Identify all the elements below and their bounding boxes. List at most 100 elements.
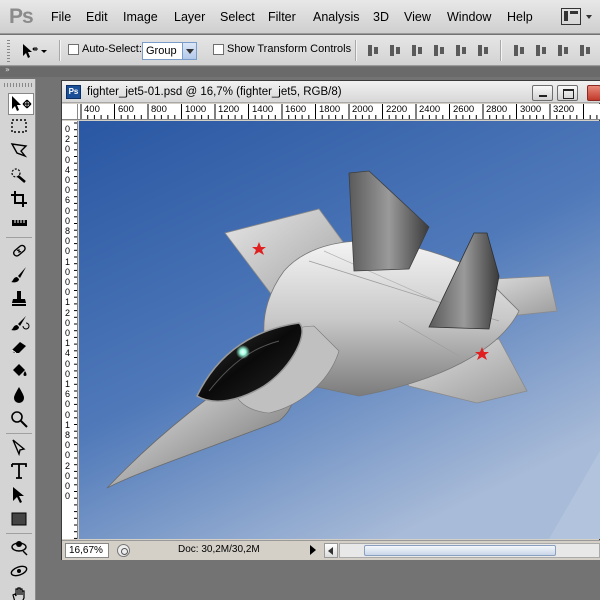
status-info-icon[interactable] — [117, 544, 130, 557]
menu-help[interactable]: Help — [507, 10, 533, 24]
ruler-label: 8 — [65, 430, 71, 440]
brush-tool-icon[interactable] — [9, 265, 35, 287]
distribute-bottom-edges-icon[interactable] — [556, 44, 571, 57]
menu-layer[interactable]: Layer — [174, 10, 205, 24]
distribute-left-edges-icon[interactable] — [578, 44, 593, 57]
ruler-label: 0 — [65, 358, 71, 369]
ruler-label: 0 — [65, 328, 71, 338]
menu-filter[interactable]: Filter — [268, 10, 296, 24]
chevron-down-icon[interactable] — [182, 43, 196, 59]
ruler-label: 0 — [65, 450, 71, 461]
ruler-label: 1400 — [252, 104, 274, 115]
menu-image[interactable]: Image — [123, 10, 158, 24]
ruler-label: 400 — [84, 104, 100, 115]
ruler-label: 600 — [118, 104, 134, 115]
menu-analysis[interactable]: Analysis — [313, 10, 360, 24]
ruler-label: 2200 — [386, 104, 408, 115]
align-horizontal-centers-icon[interactable] — [454, 44, 469, 57]
collapse-toolbox-icon[interactable]: » — [5, 65, 10, 74]
rectangular-marquee-tool-icon[interactable] — [9, 117, 35, 139]
zoom-field[interactable]: 16,67% — [65, 543, 109, 558]
menu-bar: Ps File Edit Image Layer Select Filter A… — [0, 0, 600, 34]
scroll-left-button[interactable] — [324, 543, 338, 558]
distribute-vertical-centers-icon[interactable] — [534, 44, 549, 57]
quick-selection-tool-icon[interactable] — [9, 165, 35, 187]
align-bottom-edges-icon[interactable] — [410, 44, 425, 57]
close-button[interactable] — [587, 85, 600, 101]
ruler-label: 6 — [65, 389, 71, 400]
move-tool-preset-icon[interactable] — [21, 42, 47, 60]
menu-window[interactable]: Window — [447, 10, 491, 24]
document-canvas[interactable] — [79, 121, 600, 539]
menu-file[interactable]: File — [51, 10, 71, 24]
ruler-label: 4 — [65, 164, 71, 175]
clone-stamp-tool-icon[interactable] — [9, 289, 35, 311]
path-selection-tool-icon[interactable] — [9, 485, 35, 507]
options-bar-grip[interactable] — [7, 40, 10, 62]
pen-tool-icon[interactable] — [9, 437, 35, 459]
move-tool-icon[interactable] — [8, 93, 34, 115]
3d-rotate-tool-icon[interactable] — [9, 537, 35, 559]
align-top-edges-icon[interactable] — [366, 44, 381, 57]
photoshop-logo: Ps — [9, 5, 34, 28]
3d-orbit-tool-icon[interactable] — [9, 561, 35, 583]
horizontal-scrollbar[interactable] — [339, 543, 600, 558]
ruler-label: 6 — [65, 195, 71, 206]
ruler-label: 2 — [65, 460, 71, 471]
status-menu-arrow-icon[interactable] — [310, 545, 316, 555]
maximize-button[interactable] — [557, 85, 578, 101]
show-transform-controls-checkbox[interactable] — [213, 44, 224, 55]
distribute-top-edges-icon[interactable] — [512, 44, 527, 57]
ruler-label: 1800 — [319, 104, 341, 115]
ruler-label: 1 — [65, 297, 71, 308]
document-size-info: Doc: 30,2M/30,2M — [178, 544, 260, 555]
auto-select-dropdown[interactable]: Group — [142, 42, 197, 60]
toolbox-grip[interactable] — [4, 83, 32, 87]
ruler-label: 0 — [65, 399, 71, 410]
menu-view[interactable]: View — [404, 10, 431, 24]
lasso-tool-icon[interactable] — [9, 141, 35, 163]
ruler-label: 0 — [65, 409, 71, 420]
auto-select-value: Group — [146, 45, 177, 57]
hand-tool-icon[interactable] — [9, 585, 35, 600]
ruler-label: 0 — [65, 185, 71, 196]
menu-select[interactable]: Select — [220, 10, 255, 24]
vertical-ruler[interactable]: 0200400600800100012001400160018002000 — [62, 121, 78, 539]
menu-3d[interactable]: 3D — [373, 10, 389, 24]
ruler-label: 4 — [65, 348, 71, 359]
ruler-tool-icon[interactable] — [9, 213, 35, 235]
align-right-edges-icon[interactable] — [476, 44, 491, 57]
ruler-label: 2 — [65, 134, 71, 145]
blur-tool-icon[interactable] — [9, 385, 35, 407]
ruler-label: 1 — [65, 256, 71, 267]
dodge-tool-icon[interactable] — [9, 409, 35, 431]
ruler-label: 0 — [65, 277, 71, 287]
rectangle-tool-icon[interactable] — [9, 509, 35, 531]
menu-edit[interactable]: Edit — [86, 10, 108, 24]
minimize-button[interactable] — [532, 85, 553, 101]
paint-bucket-tool-icon[interactable] — [9, 361, 35, 383]
crop-tool-icon[interactable] — [9, 189, 35, 211]
history-brush-tool-icon[interactable] — [9, 313, 35, 335]
align-left-edges-icon[interactable] — [432, 44, 447, 57]
workspace-switcher-icon[interactable] — [561, 8, 581, 25]
document-window: Ps fighter_jet5-01.psd @ 16,7% (fighter_… — [61, 80, 600, 560]
ruler-label: 0 — [65, 287, 71, 298]
align-vertical-centers-icon[interactable] — [388, 44, 403, 57]
ruler-label: 0 — [65, 144, 71, 155]
eraser-tool-icon[interactable] — [9, 337, 35, 359]
chevron-down-icon[interactable] — [586, 15, 592, 19]
ruler-label: 1 — [65, 419, 71, 430]
document-title-bar[interactable]: Ps fighter_jet5-01.psd @ 16,7% (fighter_… — [62, 81, 600, 103]
ruler-origin[interactable] — [62, 104, 78, 120]
auto-select-checkbox[interactable] — [68, 44, 79, 55]
ruler-label: 0 — [65, 491, 71, 502]
ruler-label: 0 — [65, 481, 71, 491]
type-tool-icon[interactable] — [9, 461, 35, 483]
horizontal-ruler[interactable]: 400 600 800 1000 1200 1400 1600 1800 200… — [78, 104, 600, 120]
ruler-label: 3000 — [520, 104, 542, 115]
separator — [355, 40, 356, 61]
ruler-label: 0 — [65, 215, 71, 226]
spot-healing-brush-tool-icon[interactable] — [9, 241, 35, 263]
scrollbar-thumb[interactable] — [364, 545, 556, 556]
